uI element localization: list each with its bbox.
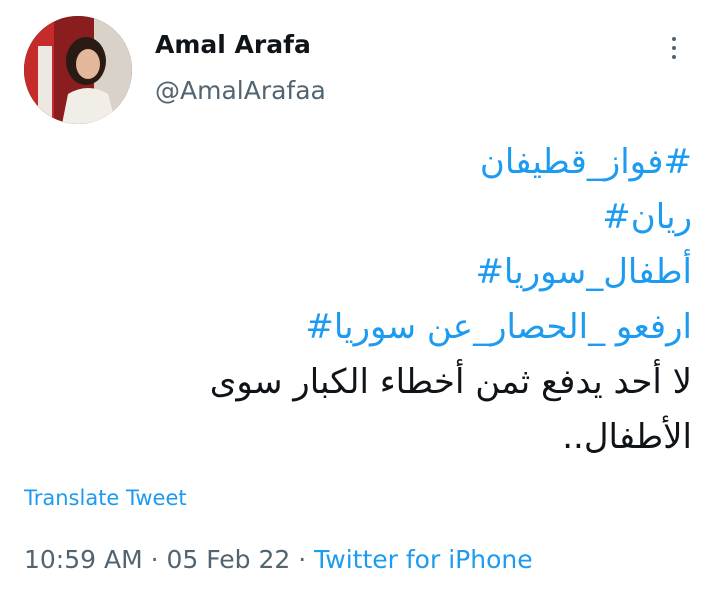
- dot: [672, 37, 676, 41]
- separator: ·: [142, 545, 167, 574]
- user-handle[interactable]: @AmalArafaa: [155, 76, 326, 105]
- profile-photo: [24, 16, 132, 124]
- tweet-meta: 10:59 AM · 05 Feb 22 · Twitter for iPhon…: [24, 545, 533, 574]
- tweet-text: #فواز_قطيفان ريان# أطفال_سوريا# ارفعو _ا…: [20, 135, 692, 465]
- hashtag-link[interactable]: ريان#: [20, 190, 692, 245]
- tweet-source-link[interactable]: Twitter for iPhone: [314, 545, 532, 574]
- tweet-text-line: لا أحد يدفع ثمن أخطاء الكبار سوى: [209, 362, 692, 402]
- hashtag-link[interactable]: أطفال_سوريا#: [20, 245, 692, 300]
- avatar[interactable]: [24, 16, 132, 124]
- dot: [672, 46, 676, 50]
- display-name[interactable]: Amal Arafa: [155, 30, 311, 59]
- separator: ·: [290, 545, 315, 574]
- more-options-icon[interactable]: [660, 30, 688, 66]
- hashtag-link[interactable]: #فواز_قطيفان: [20, 135, 692, 190]
- translate-tweet-link[interactable]: Translate Tweet: [24, 486, 187, 510]
- dot: [672, 55, 676, 59]
- tweet-time[interactable]: 10:59 AM: [24, 545, 143, 574]
- tweet-text-line: الأطفال..: [562, 417, 692, 457]
- tweet-date[interactable]: 05 Feb 22: [167, 545, 291, 574]
- hashtag-link[interactable]: ارفعو _الحصار_عن سوريا#: [20, 300, 692, 355]
